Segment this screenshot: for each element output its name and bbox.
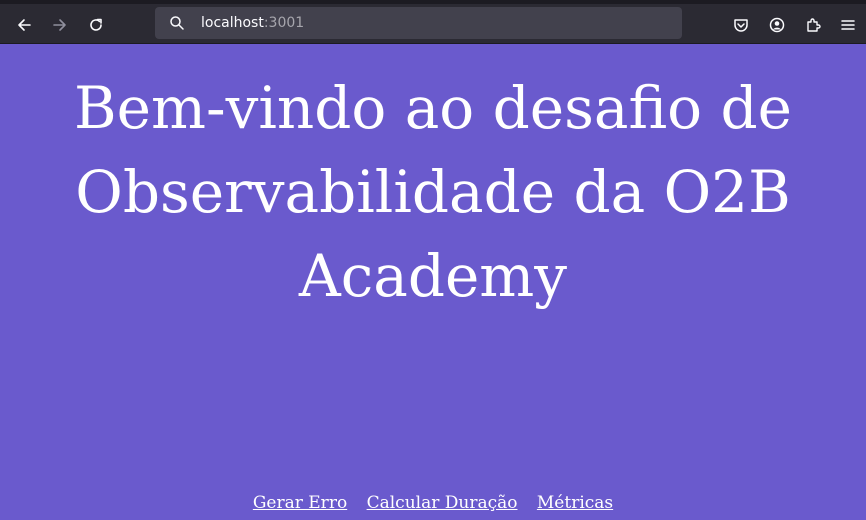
back-arrow-icon <box>18 19 31 31</box>
extensions-button[interactable] <box>798 10 828 40</box>
calcular-duracao-link[interactable]: Calcular Duração <box>367 493 518 513</box>
page-content: Bem-vindo ao desafio de Observabilidade … <box>0 44 866 520</box>
pocket-button[interactable] <box>726 10 756 40</box>
account-icon <box>769 17 785 33</box>
forward-button[interactable] <box>45 10 75 40</box>
reload-icon <box>90 18 102 31</box>
metricas-link[interactable]: Métricas <box>537 493 613 513</box>
menu-icon <box>841 20 855 30</box>
forward-arrow-icon <box>53 19 66 31</box>
reload-button[interactable] <box>81 10 111 40</box>
menu-button[interactable] <box>833 10 863 40</box>
page-title: Bem-vindo ao desafio de Observabilidade … <box>74 74 792 310</box>
account-button[interactable] <box>762 10 792 40</box>
browser-toolbar: localhost:3001 <box>0 0 866 44</box>
url-text[interactable]: localhost:3001 <box>201 15 304 31</box>
extensions-icon <box>807 18 821 32</box>
search-icon <box>170 16 184 30</box>
url-port: :3001 <box>263 15 305 31</box>
nav-links: Gerar Erro Calcular Duração Métricas <box>0 493 866 513</box>
url-host: localhost <box>201 15 264 31</box>
url-bar[interactable]: localhost:3001 <box>155 7 682 39</box>
gerar-erro-link[interactable]: Gerar Erro <box>253 493 347 513</box>
pocket-icon <box>734 19 748 32</box>
back-button[interactable] <box>9 10 39 40</box>
